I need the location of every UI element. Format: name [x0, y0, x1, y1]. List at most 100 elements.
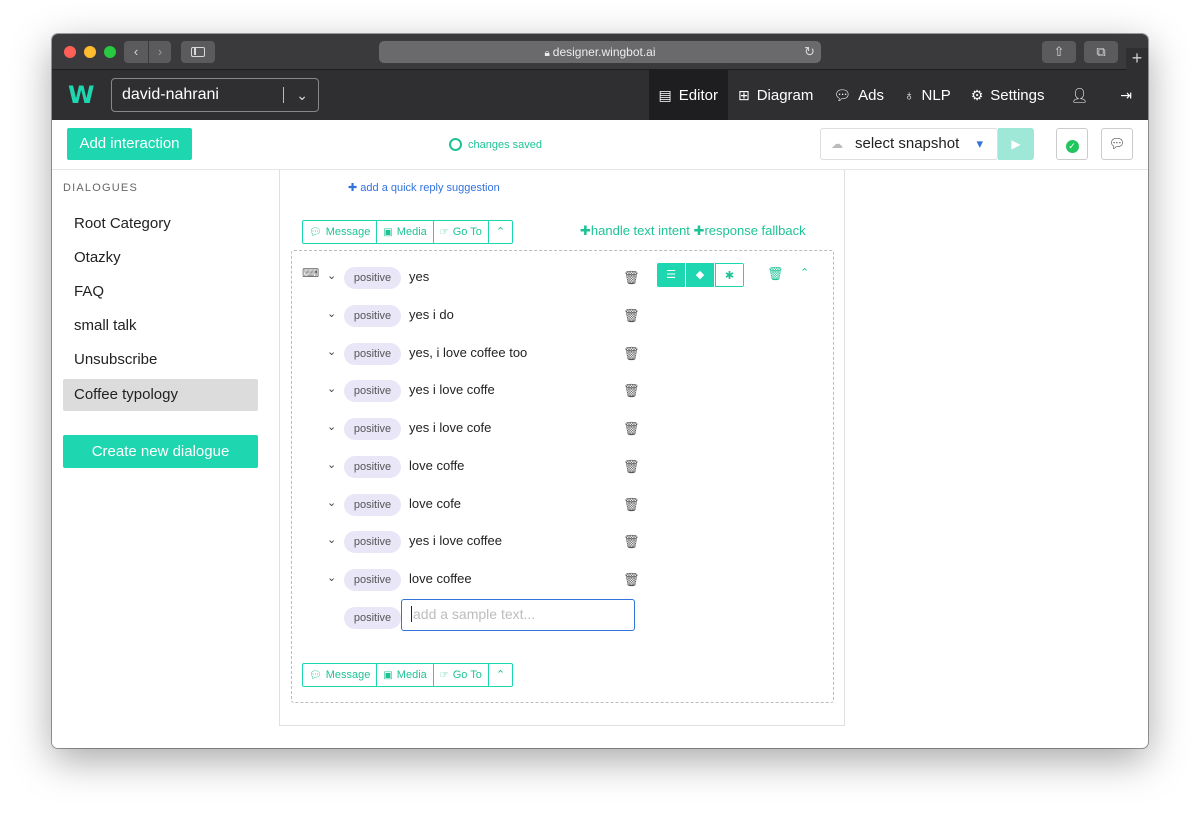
browser-titlebar: ‹ › 🔒︎ designer.wingbot.ai ↻ ⇧ ⧉ +: [52, 34, 1148, 70]
intent-tag[interactable]: positive: [344, 494, 401, 516]
intent-tag[interactable]: positive: [344, 380, 401, 402]
intent-tag[interactable]: positive: [344, 343, 401, 365]
chevron-down-icon[interactable]: ⌄: [327, 458, 339, 471]
chevron-down-icon[interactable]: ⌄: [327, 345, 339, 358]
trash-icon[interactable]: 🗑︎: [623, 421, 640, 437]
user-icon: 👤︎: [1070, 86, 1089, 103]
sidebar-item-small-talk[interactable]: small talk: [63, 310, 258, 342]
nav-nlp[interactable]: ♁ NLP: [894, 70, 961, 120]
trash-icon[interactable]: 🗑︎: [623, 572, 640, 588]
back-icon[interactable]: ‹: [124, 41, 148, 63]
nav-ads[interactable]: 💬︎ Ads: [823, 70, 894, 120]
more-actions-button[interactable]: ⌃: [489, 664, 512, 686]
chevron-down-icon[interactable]: ⌄: [327, 420, 339, 433]
add-media-button[interactable]: ▣ Media: [377, 664, 434, 686]
new-sample-input[interactable]: add a sample text...: [401, 599, 635, 631]
new-tab-icon[interactable]: +: [1126, 48, 1148, 70]
nav-settings[interactable]: ⚙ Settings: [961, 70, 1055, 120]
wingbot-logo[interactable]: W: [68, 82, 96, 108]
sidebar-item-faq[interactable]: FAQ: [63, 276, 258, 308]
intent-tag[interactable]: positive: [344, 267, 401, 289]
sample-text[interactable]: yes i do: [409, 307, 454, 322]
add-quick-reply-link[interactable]: ✚ add a quick reply suggestion: [348, 181, 500, 194]
trash-icon[interactable]: 🗑︎: [623, 270, 640, 286]
any-text-button[interactable]: ✱: [715, 263, 744, 287]
handle-text-intent-link[interactable]: ✚handle text intent: [580, 223, 690, 238]
sample-text[interactable]: yes i love cofe: [409, 420, 491, 435]
intent-tag[interactable]: positive: [344, 531, 401, 553]
more-actions-button[interactable]: ⌃: [489, 221, 512, 243]
chevron-down-icon[interactable]: ⌄: [327, 307, 339, 320]
chevron-down-icon[interactable]: ⌄: [327, 382, 339, 395]
response-actions-top: 💬︎ Message ▣ Media ☞ Go To ⌃: [302, 220, 514, 244]
add-media-button[interactable]: ▣ Media: [377, 221, 434, 243]
nav-diagram-label: Diagram: [756, 86, 814, 104]
trash-icon[interactable]: 🗑︎: [623, 534, 640, 550]
add-message-button[interactable]: 💬︎ Message: [303, 221, 378, 243]
chevron-up-icon: ⌃: [495, 226, 506, 238]
snapshot-select-label: select snapshot: [855, 135, 960, 152]
create-dialogue-button[interactable]: Create new dialogue: [63, 435, 258, 468]
intent-tag[interactable]: positive: [344, 305, 401, 327]
reload-icon[interactable]: ↻: [804, 41, 815, 63]
project-select[interactable]: david-nahrani ⌄: [111, 78, 319, 112]
sidebar-toggle-icon[interactable]: [181, 41, 215, 63]
intent-tag[interactable]: positive: [344, 607, 401, 629]
nav-logout[interactable]: ⇥: [1104, 70, 1148, 120]
sidebar-item-coffee-typology[interactable]: Coffee typology: [63, 379, 258, 411]
sample-text[interactable]: yes i love coffee: [409, 533, 502, 548]
add-media-label: Media: [396, 226, 427, 238]
add-goto-button[interactable]: ☞ Go To: [434, 221, 489, 243]
plus-icon: ✚: [693, 223, 705, 238]
list-view-button[interactable]: ☰: [657, 263, 686, 287]
validate-button[interactable]: ✓: [1056, 128, 1088, 160]
forward-icon[interactable]: ›: [149, 41, 171, 63]
chevron-down-icon[interactable]: ⌄: [327, 533, 339, 546]
add-goto-button[interactable]: ☞ Go To: [434, 664, 489, 686]
snapshot-select[interactable]: ☁ select snapshot ▾: [820, 128, 998, 160]
sidebar-item-unsubscribe[interactable]: Unsubscribe: [63, 344, 258, 376]
close-window-button[interactable]: [64, 46, 76, 58]
nav-diagram[interactable]: ⊞ Diagram: [728, 70, 823, 120]
top-navigation: ▤ Editor ⊞ Diagram 💬︎ Ads ♁ NLP ⚙ Settin…: [648, 70, 1148, 120]
nav-user[interactable]: 👤︎: [1054, 70, 1104, 120]
trash-icon[interactable]: 🗑︎: [623, 346, 640, 362]
sample-text[interactable]: love cofe: [409, 496, 461, 511]
plus-icon: ✚: [348, 182, 358, 194]
sidebar-title: DIALOGUES: [63, 182, 138, 194]
play-snapshot-button[interactable]: ▶: [998, 128, 1034, 160]
chevron-down-icon[interactable]: ⌄: [327, 496, 339, 509]
add-message-button[interactable]: 💬︎ Message: [303, 664, 378, 686]
sample-text[interactable]: yes, i love coffee too: [409, 345, 527, 360]
response-fallback-label: response fallback: [704, 223, 806, 238]
chevron-up-icon: ⌃: [495, 669, 506, 681]
chevron-down-icon[interactable]: ⌄: [327, 269, 339, 282]
tags-button[interactable]: ◆: [686, 263, 715, 287]
test-chat-button[interactable]: 💬︎: [1101, 128, 1133, 160]
response-fallback-link[interactable]: ✚response fallback: [694, 223, 806, 238]
sidebar-item-root-category[interactable]: Root Category: [63, 208, 258, 240]
intent-tag[interactable]: positive: [344, 418, 401, 440]
zoom-window-button[interactable]: [104, 46, 116, 58]
sidebar-item-otazky[interactable]: Otazky: [63, 242, 258, 274]
delete-intent-button[interactable]: 🗑︎: [767, 266, 784, 282]
add-interaction-button[interactable]: Add interaction: [67, 128, 192, 160]
sample-text[interactable]: yes i love coffe: [409, 382, 495, 397]
intent-tag[interactable]: positive: [344, 569, 401, 591]
share-icon[interactable]: ⇧: [1042, 41, 1076, 63]
address-bar[interactable]: 🔒︎ designer.wingbot.ai ↻: [379, 41, 821, 63]
nav-editor[interactable]: ▤ Editor: [648, 70, 728, 120]
trash-icon[interactable]: 🗑︎: [623, 497, 640, 513]
chevron-down-icon[interactable]: ⌄: [327, 571, 339, 584]
sample-text[interactable]: yes: [409, 269, 429, 284]
image-icon: ▣: [383, 670, 393, 681]
collapse-intent-button[interactable]: ⌃: [800, 266, 809, 279]
trash-icon[interactable]: 🗑︎: [623, 383, 640, 399]
trash-icon[interactable]: 🗑︎: [623, 459, 640, 475]
sample-text[interactable]: love coffee: [409, 571, 472, 586]
minimize-window-button[interactable]: [84, 46, 96, 58]
trash-icon[interactable]: 🗑︎: [623, 308, 640, 324]
intent-tag[interactable]: positive: [344, 456, 401, 478]
tab-overview-icon[interactable]: ⧉: [1084, 41, 1118, 63]
sample-text[interactable]: love coffe: [409, 458, 464, 473]
